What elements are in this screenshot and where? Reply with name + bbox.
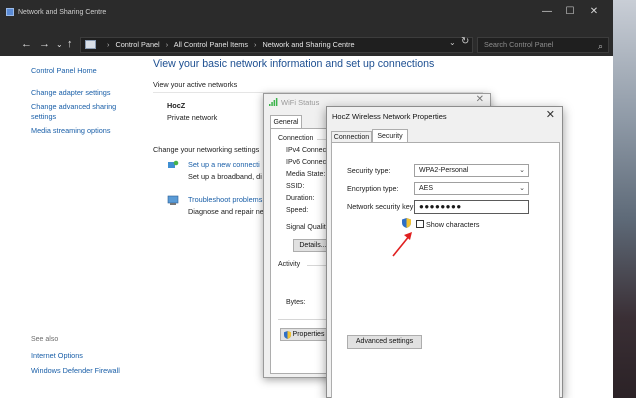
back-arrow-icon[interactable]: ← bbox=[21, 38, 32, 50]
encryption-type-value: AES bbox=[419, 185, 434, 192]
firewall-link[interactable]: Windows Defender Firewall bbox=[31, 366, 151, 375]
encryption-type-select[interactable]: AES ⌄ bbox=[414, 182, 529, 195]
tab-general[interactable]: General bbox=[270, 115, 302, 129]
internet-options-link[interactable]: Internet Options bbox=[31, 351, 151, 360]
media-state-label: Media State: bbox=[286, 171, 326, 178]
security-type-value: WPA2-Personal bbox=[419, 167, 469, 174]
properties-button-label: Properties bbox=[292, 331, 325, 338]
minimize-button[interactable]: — bbox=[536, 5, 558, 19]
address-dropdown-icon[interactable]: ⌄ bbox=[449, 38, 456, 47]
ipv6-label: IPv6 Connect bbox=[286, 159, 329, 166]
see-also-header: See also bbox=[31, 336, 59, 343]
breadcrumb-control-panel[interactable]: Control Panel bbox=[115, 40, 159, 49]
show-characters-label[interactable]: Show characters bbox=[426, 220, 480, 229]
breadcrumb-separator: › bbox=[254, 40, 257, 49]
activity-header: Activity bbox=[278, 261, 301, 268]
search-icon[interactable]: ⌕ bbox=[598, 39, 603, 53]
properties-close-button[interactable]: ✕ bbox=[546, 108, 555, 121]
advanced-settings-button[interactable]: Advanced settings bbox=[347, 335, 422, 349]
tab-security[interactable]: Security bbox=[372, 129, 408, 143]
page-title: View your basic network information and … bbox=[153, 58, 435, 70]
recent-locations-icon[interactable]: ⌄ bbox=[56, 39, 63, 51]
ssid-label: SSID: bbox=[286, 183, 305, 190]
shield-icon bbox=[284, 331, 291, 339]
sidebar-item-media-streaming[interactable]: Media streaming options bbox=[31, 126, 136, 136]
duration-label: Duration: bbox=[286, 195, 315, 202]
network-name: HocZ bbox=[167, 101, 186, 110]
sidebar-item-label: settings bbox=[31, 112, 57, 121]
see-also-section: See also Internet Options Windows Defend… bbox=[31, 336, 151, 381]
signal-quality-label: Signal Quality bbox=[286, 224, 330, 231]
wifi-status-title: WiFi Status bbox=[281, 98, 320, 107]
address-bar[interactable]: › Control Panel › All Control Panel Item… bbox=[80, 37, 473, 53]
wireless-properties-dialog: HocZ Wireless Network Properties ✕ Conne… bbox=[326, 106, 563, 398]
networking-settings-header: Change your networking settings bbox=[153, 145, 260, 154]
security-type-select[interactable]: WPA2-Personal ⌄ bbox=[414, 164, 529, 177]
security-panel: Security type: WPA2-Personal ⌄ Encryptio… bbox=[331, 142, 560, 398]
maximize-button[interactable]: ☐ bbox=[559, 5, 581, 19]
sidebar-item-adapter-settings[interactable]: Change adapter settings bbox=[31, 88, 136, 98]
sidebar: Control Panel Home Change adapter settin… bbox=[31, 66, 136, 140]
search-input[interactable]: Search Control Panel ⌕ bbox=[477, 37, 609, 53]
sidebar-item-advanced-sharing[interactable]: Change advanced sharing settings bbox=[31, 102, 136, 122]
troubleshoot-desc: Diagnose and repair ne bbox=[188, 207, 264, 216]
chevron-down-icon: ⌄ bbox=[519, 185, 525, 192]
setup-connection-link[interactable]: Set up a new connecti bbox=[188, 160, 260, 169]
annotation-arrow-icon bbox=[392, 232, 412, 257]
network-key-input[interactable]: ●●●●●●●● bbox=[414, 200, 529, 214]
encryption-type-label: Encryption type: bbox=[347, 184, 399, 193]
speed-label: Speed: bbox=[286, 207, 309, 214]
troubleshoot-link[interactable]: Troubleshoot problems bbox=[188, 195, 262, 204]
network-type: Private network bbox=[167, 113, 218, 122]
security-type-label: Security type: bbox=[347, 166, 391, 175]
control-panel-icon bbox=[85, 40, 96, 49]
setup-connection-desc: Set up a broadband, di bbox=[188, 172, 262, 181]
breadcrumb-separator: › bbox=[165, 40, 169, 49]
breadcrumb-all-items[interactable]: All Control Panel Items bbox=[174, 40, 248, 49]
sidebar-home-link[interactable]: Control Panel Home bbox=[31, 66, 136, 75]
window-title: Network and Sharing Centre bbox=[18, 9, 107, 16]
wifi-close-button[interactable]: ✕ bbox=[476, 94, 484, 105]
uac-shield-icon bbox=[402, 218, 411, 228]
search-placeholder: Search Control Panel bbox=[484, 40, 554, 49]
breadcrumb-separator: › bbox=[107, 40, 110, 49]
active-networks-header: View your active networks bbox=[153, 80, 238, 89]
navigation-bar: ← → ⌄ ↑ › Control Panel › All Control Pa… bbox=[0, 34, 613, 56]
chevron-down-icon: ⌄ bbox=[519, 167, 525, 174]
forward-arrow-icon[interactable]: → bbox=[39, 38, 50, 50]
connection-header: Connection bbox=[278, 135, 314, 142]
sidebar-item-label: Change advanced sharing bbox=[31, 102, 117, 111]
troubleshoot-icon bbox=[167, 195, 179, 205]
refresh-icon[interactable]: ↻ bbox=[461, 36, 469, 47]
bytes-label: Bytes: bbox=[286, 299, 306, 306]
title-bar: Network and Sharing Centre — ☐ ✕ bbox=[0, 0, 613, 34]
network-app-icon bbox=[6, 8, 14, 16]
up-arrow-icon[interactable]: ↑ bbox=[67, 38, 73, 50]
breadcrumb-network-sharing[interactable]: Network and Sharing Centre bbox=[263, 40, 355, 49]
network-key-label: Network security key bbox=[347, 202, 414, 211]
new-connection-icon bbox=[168, 160, 179, 168]
signal-strength-icon bbox=[269, 98, 278, 106]
properties-button[interactable]: Properties bbox=[280, 328, 328, 341]
show-characters-checkbox[interactable] bbox=[416, 220, 424, 228]
ipv4-label: IPv4 Connect bbox=[286, 147, 329, 154]
close-button[interactable]: ✕ bbox=[583, 5, 605, 19]
properties-title: HocZ Wireless Network Properties bbox=[332, 112, 447, 121]
